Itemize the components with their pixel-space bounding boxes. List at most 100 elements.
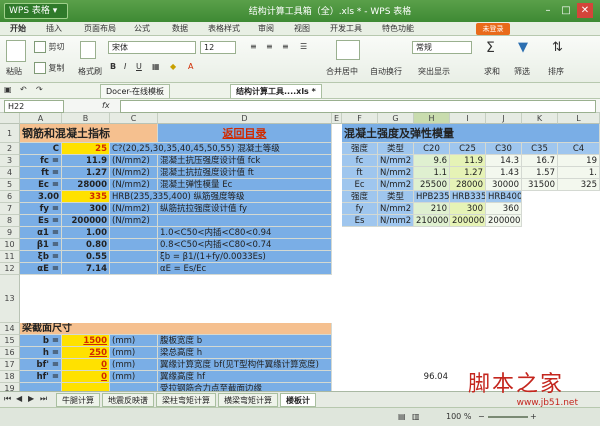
wrap-text-button[interactable]: 自动换行 bbox=[370, 66, 402, 77]
table-cell[interactable]: N/mm2 bbox=[378, 167, 414, 179]
parameter-value-cell[interactable]: 0.55 bbox=[62, 251, 110, 263]
column-header[interactable]: A bbox=[20, 113, 62, 124]
row-header[interactable]: 6 bbox=[0, 191, 20, 203]
menu-view[interactable]: 视图 bbox=[294, 23, 310, 35]
border-icon[interactable]: ▦ bbox=[152, 62, 160, 71]
table-cell[interactable]: Ec bbox=[342, 179, 378, 191]
align-center-icon[interactable]: ≡ bbox=[266, 42, 273, 51]
last-sheet-icon[interactable]: ⏭ bbox=[40, 394, 47, 404]
column-header[interactable]: I bbox=[450, 113, 486, 124]
menu-home[interactable]: 开始 bbox=[10, 23, 26, 35]
font-name-select[interactable]: 宋体 bbox=[108, 41, 196, 54]
table-cell[interactable]: 325 bbox=[558, 179, 600, 191]
column-header[interactable]: L bbox=[558, 113, 600, 124]
parameter-input-cell[interactable]: 25 bbox=[62, 143, 110, 155]
table-cell[interactable]: 14.3 bbox=[486, 155, 522, 167]
column-header[interactable]: G bbox=[378, 113, 414, 124]
row-header[interactable]: 9 bbox=[0, 227, 20, 239]
row-header[interactable]: 11 bbox=[0, 251, 20, 263]
table-cell[interactable]: 200000 bbox=[486, 215, 522, 227]
row-header[interactable]: 13 bbox=[0, 275, 20, 323]
menu-special[interactable]: 特色功能 bbox=[382, 23, 414, 35]
parameter-value-cell[interactable]: 7.14 bbox=[62, 263, 110, 275]
formula-input[interactable] bbox=[120, 100, 596, 113]
quick-save-icon[interactable]: ▣ bbox=[4, 85, 12, 94]
menu-insert[interactable]: 插入 bbox=[46, 23, 62, 35]
column-header[interactable]: B bbox=[62, 113, 110, 124]
parameter-input-cell[interactable]: 335 bbox=[62, 191, 110, 203]
row-header[interactable]: 1 bbox=[0, 124, 20, 143]
italic-button[interactable]: I bbox=[124, 62, 126, 71]
minimize-icon[interactable]: – bbox=[540, 3, 556, 18]
filter-button[interactable]: 筛选 bbox=[514, 66, 530, 77]
maximize-icon[interactable]: □ bbox=[558, 3, 574, 18]
parameter-input-cell[interactable] bbox=[62, 383, 110, 391]
table-cell[interactable]: 200000 bbox=[450, 215, 486, 227]
parameter-value-cell[interactable]: 300 bbox=[62, 203, 110, 215]
quick-redo-icon[interactable]: ↷ bbox=[36, 85, 43, 94]
close-icon[interactable]: ✕ bbox=[577, 3, 593, 18]
align-justify-icon[interactable]: ☰ bbox=[300, 42, 307, 51]
column-header[interactable]: K bbox=[522, 113, 558, 124]
row-header[interactable]: 10 bbox=[0, 239, 20, 251]
table-cell[interactable]: 1.27 bbox=[450, 167, 486, 179]
column-header[interactable]: D bbox=[158, 113, 332, 124]
table-cell[interactable]: 1.1 bbox=[414, 167, 450, 179]
sheet-tab[interactable]: 梁柱弯矩计算 bbox=[156, 393, 216, 407]
parameter-value-cell[interactable]: 200000 bbox=[62, 215, 110, 227]
merge-center-button[interactable]: 合并居中 bbox=[326, 66, 358, 77]
align-right-icon[interactable]: ≡ bbox=[282, 42, 289, 51]
filter-icon[interactable]: ▼ bbox=[518, 40, 528, 55]
table-cell[interactable]: 19 bbox=[558, 155, 600, 167]
row-header[interactable]: 17 bbox=[0, 359, 20, 371]
number-format-select[interactable]: 常规 bbox=[412, 41, 472, 54]
sum-icon[interactable]: Σ bbox=[486, 40, 495, 56]
sum-button[interactable]: 求和 bbox=[484, 66, 500, 77]
row-header[interactable]: 3 bbox=[0, 155, 20, 167]
sheet-tab[interactable]: 横梁弯矩计算 bbox=[218, 393, 278, 407]
tab-current-document[interactable]: 结构计算工具....xls * bbox=[230, 84, 322, 98]
merge-icon[interactable] bbox=[336, 40, 360, 60]
table-cell[interactable]: 11.9 bbox=[450, 155, 486, 167]
row-header[interactable]: 4 bbox=[0, 167, 20, 179]
parameter-input-cell[interactable]: 250 bbox=[62, 347, 110, 359]
column-header[interactable]: H bbox=[414, 113, 450, 124]
parameter-value-cell[interactable]: 0.80 bbox=[62, 239, 110, 251]
underline-button[interactable]: U bbox=[136, 62, 142, 71]
table-cell[interactable]: fy bbox=[342, 203, 378, 215]
table-cell[interactable]: 300 bbox=[450, 203, 486, 215]
table-cell[interactable]: N/mm2 bbox=[378, 203, 414, 215]
format-painter-button[interactable]: 格式刷 bbox=[78, 66, 102, 77]
menu-data[interactable]: 数据 bbox=[172, 23, 188, 35]
parameter-input-cell[interactable]: 0 bbox=[62, 371, 110, 383]
tab-docer-template[interactable]: Docer-在线模板 bbox=[100, 84, 171, 98]
paste-button[interactable]: 粘贴 bbox=[6, 66, 22, 77]
highlight-button[interactable]: 突出显示 bbox=[418, 66, 450, 77]
parameter-input-cell[interactable]: 0 bbox=[62, 359, 110, 371]
menu-page-layout[interactable]: 页面布局 bbox=[84, 23, 116, 35]
table-cell[interactable]: fc bbox=[342, 155, 378, 167]
copy-button[interactable]: 复制 bbox=[34, 62, 65, 74]
zoom-slider[interactable] bbox=[488, 416, 528, 418]
login-button[interactable]: 未登录 bbox=[476, 23, 510, 35]
prev-sheet-icon[interactable]: ◀ bbox=[16, 394, 22, 403]
bold-button[interactable]: B bbox=[110, 62, 116, 71]
menu-developer[interactable]: 开发工具 bbox=[330, 23, 362, 35]
parameter-value-cell[interactable]: 11.9 bbox=[62, 155, 110, 167]
sheet-tab-active[interactable]: 楼板计 bbox=[280, 393, 316, 407]
sheet-tab[interactable]: 牛腿计算 bbox=[56, 393, 100, 407]
table-cell[interactable]: 360 bbox=[486, 203, 522, 215]
normal-view-icon[interactable]: ▤ bbox=[398, 412, 406, 421]
row-header[interactable]: 12 bbox=[0, 263, 20, 275]
select-all-corner[interactable] bbox=[0, 113, 20, 124]
menu-table-style[interactable]: 表格样式 bbox=[208, 23, 240, 35]
table-cell[interactable]: 28000 bbox=[450, 179, 486, 191]
fx-icon[interactable]: fx bbox=[102, 101, 110, 110]
table-cell[interactable]: 9.6 bbox=[414, 155, 450, 167]
column-header[interactable]: E bbox=[332, 113, 342, 124]
column-header[interactable]: F bbox=[342, 113, 378, 124]
parameter-input-cell[interactable]: 1500 bbox=[62, 335, 110, 347]
cell-reference-box[interactable]: H22 bbox=[4, 100, 64, 113]
sheet-tab[interactable]: 地震反映谱 bbox=[102, 393, 154, 407]
table-cell[interactable]: 16.7 bbox=[522, 155, 558, 167]
